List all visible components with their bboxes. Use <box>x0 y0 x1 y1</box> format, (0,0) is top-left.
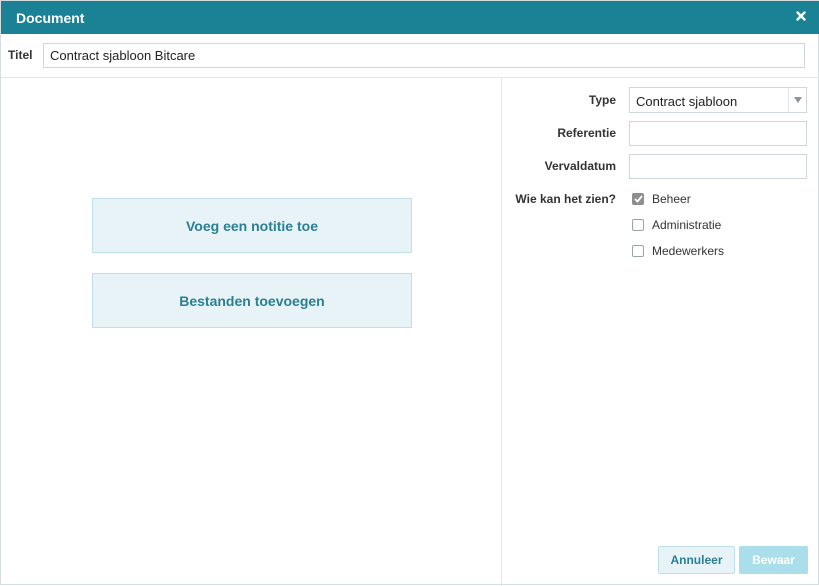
referentie-input[interactable] <box>629 121 807 146</box>
checkbox-medewerkers[interactable]: Medewerkers <box>632 243 724 259</box>
dialog-titlebar: Document <box>1 1 819 34</box>
checkbox-label: Administratie <box>652 218 722 232</box>
title-row: Titel <box>1 34 819 78</box>
chevron-down-icon <box>788 88 806 112</box>
visibility-label: Wie kan het zien? <box>515 192 616 206</box>
dialog-title: Document <box>16 10 85 26</box>
cancel-button[interactable]: Annuleer <box>658 546 735 574</box>
type-label: Type <box>588 93 616 107</box>
add-files-label: Bestanden toevoegen <box>179 292 325 309</box>
checkbox-checked-icon[interactable] <box>632 193 644 205</box>
close-icon[interactable] <box>793 8 809 24</box>
checkbox-label: Beheer <box>652 192 691 206</box>
save-label: Bewaar <box>752 553 795 567</box>
vervaldatum-input[interactable] <box>629 154 807 179</box>
document-dialog: Document Titel Voeg een notitie toe Best… <box>0 0 819 586</box>
checkbox-unchecked-icon[interactable] <box>632 245 644 257</box>
checkbox-label: Medewerkers <box>652 244 725 258</box>
checkbox-administratie[interactable]: Administratie <box>632 217 721 233</box>
checkbox-unchecked-icon[interactable] <box>632 219 644 231</box>
vervaldatum-label: Vervaldatum <box>544 159 616 173</box>
panel-divider <box>501 78 502 586</box>
save-button[interactable]: Bewaar <box>739 546 808 574</box>
type-select[interactable]: Contract sjabloon <box>629 87 807 113</box>
referentie-label: Referentie <box>557 126 616 140</box>
checkbox-beheer[interactable]: Beheer <box>632 191 691 207</box>
add-note-button[interactable]: Voeg een notitie toe <box>92 198 412 253</box>
type-select-value: Contract sjabloon <box>636 94 738 109</box>
add-note-label: Voeg een notitie toe <box>186 217 318 234</box>
title-input[interactable] <box>43 43 805 68</box>
title-label: Titel <box>8 48 33 62</box>
add-files-button[interactable]: Bestanden toevoegen <box>92 273 412 328</box>
cancel-label: Annuleer <box>670 553 723 567</box>
